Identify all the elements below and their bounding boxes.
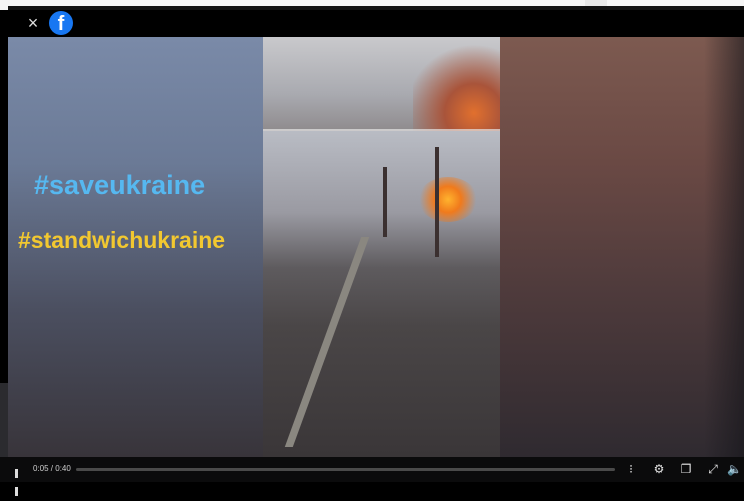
fullscreen-icon[interactable]: ⤢ (706, 462, 720, 476)
video-player[interactable]: #saveukraine #standwichukraine (8, 37, 744, 457)
progress-bar[interactable] (76, 468, 615, 471)
top-strip (0, 0, 744, 10)
player-header: × f (8, 10, 744, 37)
video-frame (263, 37, 500, 457)
close-icon[interactable]: × (24, 14, 42, 32)
time-readout: 0:05 / 0:40 (33, 464, 71, 473)
scene-smoke (413, 37, 500, 132)
scene-fire (418, 177, 478, 222)
hashtag-standwithukraine: #standwichukraine (18, 227, 226, 253)
facebook-logo-icon[interactable]: f (49, 11, 73, 35)
volume-icon[interactable]: 🔈 (727, 462, 742, 476)
scene-tree (383, 167, 387, 237)
hashtag-saveukraine: #saveukraine (34, 170, 206, 200)
video-blur-right (500, 37, 744, 457)
picture-in-picture-icon[interactable]: ❐ (679, 462, 693, 476)
captions-icon[interactable]: ⁝ (624, 462, 638, 476)
settings-icon[interactable]: ⚙ (652, 462, 666, 476)
video-controls: 0:05 / 0:40 ⁝ ⚙ ❐ ⤢ 🔈 (0, 457, 744, 496)
scene-tree (435, 147, 439, 257)
pause-icon[interactable] (15, 465, 24, 496)
left-edge-overlay (0, 383, 8, 457)
